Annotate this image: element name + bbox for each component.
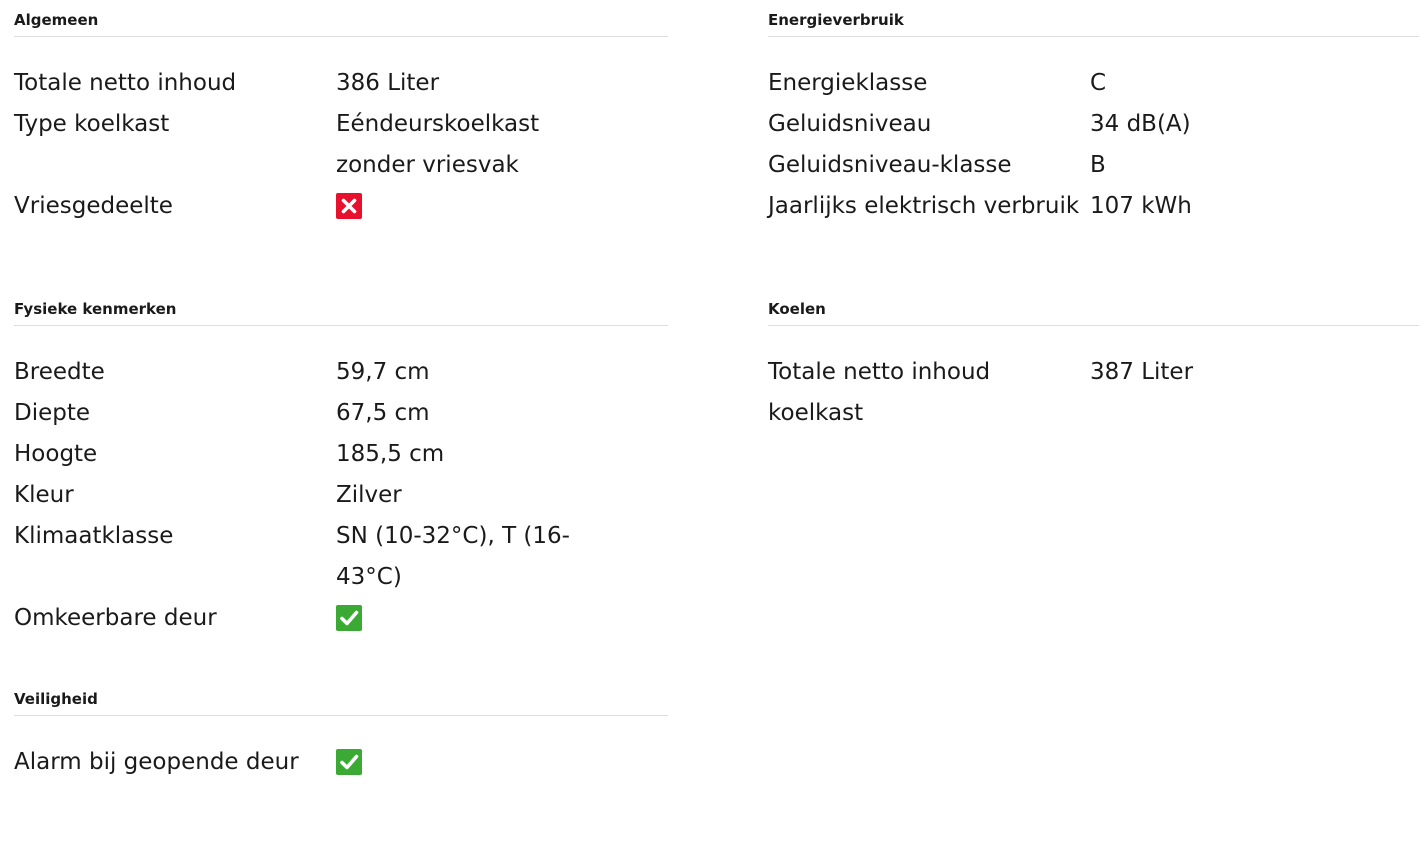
spec-row: Vriesgedeelte bbox=[14, 186, 668, 227]
spec-label: Omkeerbare deur bbox=[14, 605, 217, 631]
spec-value: 185,5 cm bbox=[336, 441, 445, 467]
spec-value: 107 kWh bbox=[1090, 193, 1192, 219]
spec-label: Klimaatklasse bbox=[14, 523, 174, 549]
section-energieverbruik: Energieverbruik Energieklasse C Geluidsn… bbox=[768, 0, 1419, 227]
spec-value: Eéndeurskoelkast zonder vriesvak bbox=[336, 111, 540, 178]
section-title: Koelen bbox=[768, 289, 1419, 326]
spec-row: Breedte 59,7 cm bbox=[14, 352, 668, 393]
spec-value: 59,7 cm bbox=[336, 359, 430, 385]
section-title: Veiligheid bbox=[14, 679, 668, 716]
spec-value: SN (10-32°C), T (16-43°C) bbox=[336, 523, 570, 590]
checkmark-icon bbox=[336, 605, 362, 631]
spec-row: Geluidsniveau-klasse B bbox=[768, 145, 1419, 186]
spec-row: Kleur Zilver bbox=[14, 475, 668, 516]
section-title: Energieverbruik bbox=[768, 0, 1419, 37]
section-koelen: Koelen Totale netto inhoud koelkast 387 … bbox=[768, 289, 1419, 434]
spec-label: Geluidsniveau-klasse bbox=[768, 152, 1012, 178]
spec-row: Hoogte 185,5 cm bbox=[14, 434, 668, 475]
spec-label: Energieklasse bbox=[768, 70, 928, 96]
spec-value: 67,5 cm bbox=[336, 400, 430, 426]
spec-row: Type koelkast Eéndeurskoelkast zonder vr… bbox=[14, 104, 668, 186]
spec-label: Type koelkast bbox=[14, 111, 170, 137]
spec-value: 34 dB(A) bbox=[1090, 111, 1191, 137]
section-fysieke-kenmerken: Fysieke kenmerken Breedte 59,7 cm Diepte… bbox=[14, 289, 668, 639]
checkmark-icon bbox=[336, 749, 362, 775]
spec-value: 386 Liter bbox=[336, 70, 440, 96]
spec-label: Totale netto inhoud bbox=[14, 70, 237, 96]
spec-value bbox=[336, 598, 586, 639]
spec-row: Energieklasse C bbox=[768, 63, 1419, 104]
spec-label: Jaarlijks elektrisch verbruik bbox=[768, 193, 1080, 219]
cross-icon bbox=[336, 193, 362, 219]
spec-row: Geluidsniveau 34 dB(A) bbox=[768, 104, 1419, 145]
spec-row: Klimaatklasse SN (10-32°C), T (16-43°C) bbox=[14, 516, 668, 598]
spec-label: Breedte bbox=[14, 359, 105, 385]
spec-value: 387 Liter bbox=[1090, 359, 1194, 385]
spec-value bbox=[336, 742, 586, 783]
spec-value: B bbox=[1090, 152, 1106, 178]
spec-label: Geluidsniveau bbox=[768, 111, 932, 137]
left-column: Algemeen Totale netto inhoud 386 Liter T… bbox=[14, 0, 668, 845]
spec-label: Alarm bij geopende deur bbox=[14, 749, 299, 775]
spec-row: Totale netto inhoud koelkast 387 Liter bbox=[768, 352, 1419, 434]
spec-row: Totale netto inhoud 386 Liter bbox=[14, 63, 668, 104]
section-title: Fysieke kenmerken bbox=[14, 289, 668, 326]
spec-value: Zilver bbox=[336, 482, 402, 508]
spec-value bbox=[336, 186, 586, 227]
spec-row: Omkeerbare deur bbox=[14, 598, 668, 639]
section-veiligheid: Veiligheid Alarm bij geopende deur bbox=[14, 679, 668, 783]
spec-value: C bbox=[1090, 70, 1107, 96]
spec-label: Totale netto inhoud koelkast bbox=[768, 359, 991, 426]
spec-label: Hoogte bbox=[14, 441, 98, 467]
spec-row: Diepte 67,5 cm bbox=[14, 393, 668, 434]
spec-label: Vriesgedeelte bbox=[14, 193, 173, 219]
section-algemeen: Algemeen Totale netto inhoud 386 Liter T… bbox=[14, 0, 668, 227]
spec-label: Kleur bbox=[14, 482, 74, 508]
section-title: Algemeen bbox=[14, 0, 668, 37]
spec-row: Jaarlijks elektrisch verbruik 107 kWh bbox=[768, 186, 1419, 227]
spec-row: Alarm bij geopende deur bbox=[14, 742, 668, 783]
spec-label: Diepte bbox=[14, 400, 91, 426]
right-column: Energieverbruik Energieklasse C Geluidsn… bbox=[768, 0, 1419, 496]
